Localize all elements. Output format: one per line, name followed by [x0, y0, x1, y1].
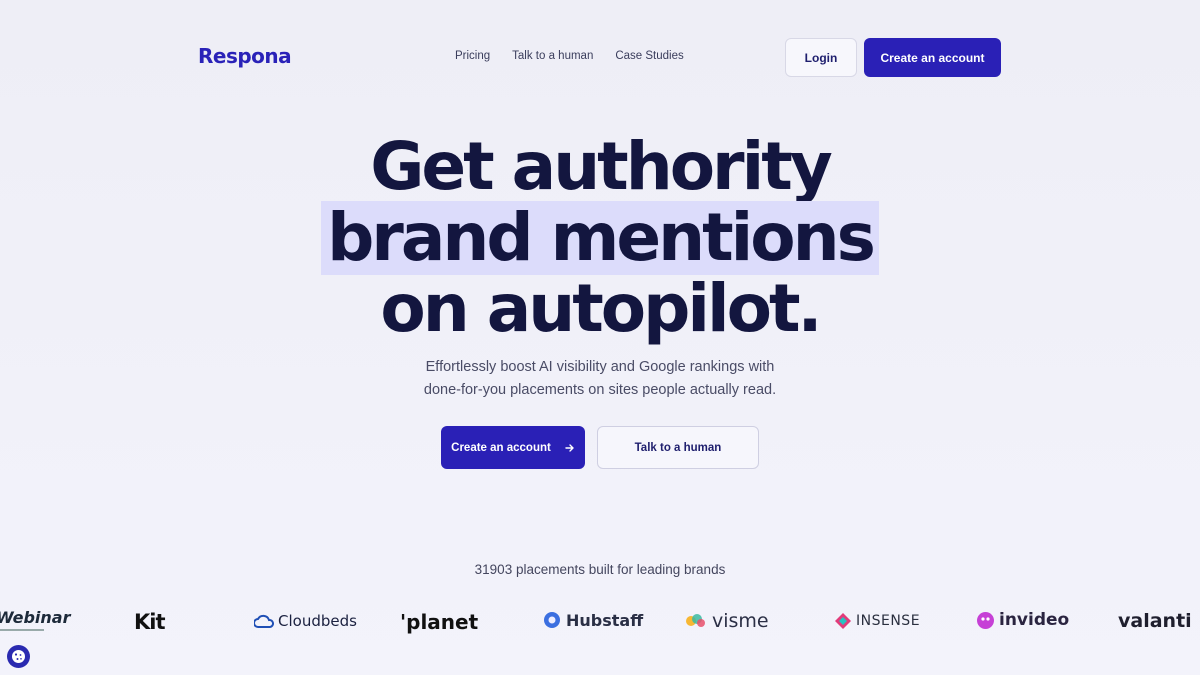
invideo-icon: [977, 611, 994, 629]
brand-logo-invideo: invideo: [976, 610, 1069, 630]
hero-headline: Get authority brand mentions on autopilo…: [0, 133, 1200, 343]
headline-line-3: on autopilot.: [380, 270, 822, 347]
talk-to-human-button[interactable]: Talk to a human: [597, 426, 759, 469]
brand-logo-webinar: Webinar: [0, 608, 71, 631]
cookie-icon: [12, 650, 25, 663]
brand-logo-kit: Kit: [134, 610, 166, 634]
login-button[interactable]: Login: [785, 38, 857, 77]
headline-line-1: Get authority: [370, 128, 833, 205]
brand-logo-visme: visme: [684, 610, 769, 632]
create-account-button-nav[interactable]: Create an account: [864, 38, 1001, 77]
visme-icon: [686, 614, 705, 627]
subtitle-line-2: done-for-you placements on sites people …: [423, 382, 777, 398]
create-account-button[interactable]: Create an account: [441, 426, 585, 469]
nav-pricing[interactable]: Pricing: [455, 50, 490, 62]
nav-links: Pricing Talk to a human Case Studies: [455, 50, 684, 62]
brand-logo-hubstaff: Hubstaff: [542, 610, 643, 630]
subtitle-line-1: Effortlessly boost AI visibility and Goo…: [425, 359, 775, 375]
cloud-icon: [254, 614, 274, 628]
headline-line-2-highlight: brand mentions: [321, 201, 879, 275]
brand-logos-strip: Webinar Kit Cloudbeds 'planet Hubstaff v…: [0, 600, 1200, 644]
arrow-right-icon: [565, 443, 574, 452]
cookie-settings-button[interactable]: [7, 645, 30, 668]
create-account-label: Create an account: [451, 441, 551, 454]
placements-caption: 31903 placements built for leading brand…: [474, 562, 726, 577]
respona-logo[interactable]: Respona: [198, 44, 292, 68]
hero-subtitle: Effortlessly boost AI visibility and Goo…: [0, 356, 1200, 402]
hubstaff-icon: [544, 612, 560, 628]
nav-case-studies[interactable]: Case Studies: [615, 50, 683, 62]
brand-logo-valanti: valanti: [1118, 610, 1192, 632]
hero-cta-row: Create an account Talk to a human: [441, 426, 759, 469]
nav-talk-to-human[interactable]: Talk to a human: [512, 50, 593, 62]
brand-logo-insense: INSENSE: [834, 612, 920, 630]
brand-logo-planet: 'planet: [400, 610, 479, 634]
top-nav: Respona Pricing Talk to a human Case Stu…: [198, 38, 1001, 77]
brand-logo-cloudbeds: Cloudbeds: [254, 612, 357, 630]
insense-icon: [835, 613, 851, 629]
